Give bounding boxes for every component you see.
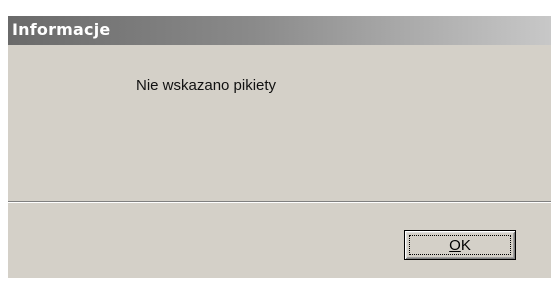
title-bar[interactable]: Informacje [8, 16, 551, 45]
ok-button-label: OK [449, 237, 471, 254]
information-dialog: Informacje Nie wskazano pikiety OK [8, 16, 551, 278]
dialog-title: Informacje [12, 20, 111, 39]
ok-accelerator-letter: O [449, 236, 461, 254]
ok-label-rest: K [460, 236, 471, 254]
ok-button[interactable]: OK [404, 230, 516, 260]
dialog-message: Nie wskazano pikiety [136, 77, 277, 94]
separator [8, 201, 551, 203]
